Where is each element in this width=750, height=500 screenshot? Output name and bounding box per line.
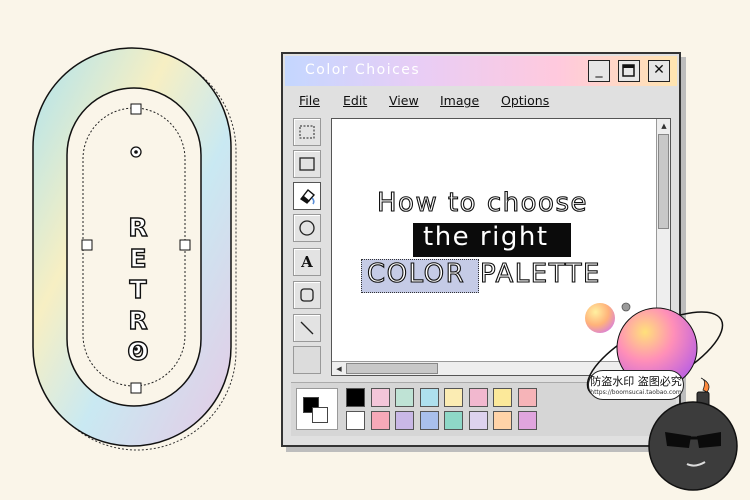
rounded-rect-icon <box>300 288 314 302</box>
title-bar[interactable]: Color Choices _ ✕ <box>285 56 677 86</box>
close-button[interactable]: ✕ <box>648 60 670 82</box>
color-swatch[interactable] <box>370 411 390 430</box>
retro-badge: R E T R O <box>28 44 243 454</box>
line-icon <box>300 321 314 335</box>
retro-letter: E <box>129 243 147 273</box>
menu-edit[interactable]: Edit <box>343 93 367 108</box>
fill-bucket-icon <box>299 188 315 205</box>
color-swatch[interactable] <box>419 388 439 407</box>
tool-ellipse[interactable] <box>293 214 321 242</box>
horizontal-scroll-thumb[interactable] <box>346 363 438 374</box>
menu-file[interactable]: File <box>299 93 320 108</box>
retro-letter: O <box>127 336 150 366</box>
color-swatch[interactable] <box>346 388 365 407</box>
tool-text[interactable]: A <box>293 248 321 276</box>
bomb-mascot <box>648 377 738 491</box>
color-swatch[interactable] <box>395 411 414 430</box>
handle-bottom <box>130 382 142 394</box>
color-swatch[interactable] <box>370 388 390 407</box>
retro-letter: R <box>128 305 149 335</box>
color-swatch[interactable] <box>444 388 463 407</box>
maximize-icon <box>622 64 635 77</box>
menu-image[interactable]: Image <box>440 93 479 108</box>
select-rect-icon <box>299 125 315 139</box>
color-swatch[interactable] <box>493 411 512 430</box>
minimize-button[interactable]: _ <box>588 60 610 82</box>
canvas-text-line1: How to choose <box>376 187 588 218</box>
menu-options[interactable]: Options <box>501 93 549 108</box>
text-tool-icon: A <box>301 253 313 271</box>
vertical-scroll-thumb[interactable] <box>658 134 669 229</box>
color-swatch[interactable] <box>468 411 488 430</box>
canvas-text-selected: COLOR <box>366 258 466 289</box>
window-title: Color Choices <box>305 62 421 78</box>
color-swatch[interactable] <box>493 388 512 407</box>
scroll-up-icon[interactable]: ▲ <box>658 120 670 132</box>
tool-select[interactable] <box>293 118 321 146</box>
tool-rectangle[interactable] <box>293 150 321 178</box>
color-swatch[interactable] <box>419 411 439 430</box>
tool-line[interactable] <box>293 314 321 342</box>
tool-rounded-rect[interactable] <box>293 281 321 309</box>
background-color[interactable] <box>312 407 328 423</box>
current-colors[interactable] <box>296 388 338 430</box>
color-swatch[interactable] <box>517 411 537 430</box>
menu-bar: File Edit View Image Options <box>285 88 677 114</box>
scroll-left-icon[interactable]: ◀ <box>333 363 345 375</box>
canvas-text-line2: the right <box>423 222 549 252</box>
color-swatch[interactable] <box>444 411 463 430</box>
ellipse-icon <box>299 220 315 236</box>
maximize-button[interactable] <box>618 60 640 82</box>
menu-view[interactable]: View <box>389 93 419 108</box>
color-swatch[interactable] <box>346 411 365 430</box>
handle-top <box>130 103 142 115</box>
tool-fill[interactable] <box>293 182 321 210</box>
color-swatch[interactable] <box>468 388 488 407</box>
color-swatch[interactable] <box>395 388 414 407</box>
color-swatch[interactable] <box>517 388 537 407</box>
retro-letter: R <box>128 212 149 242</box>
tool-empty-slot <box>293 346 321 374</box>
rectangle-icon <box>299 157 315 171</box>
retro-letter: T <box>129 274 147 304</box>
retro-word: R E T R O <box>28 212 248 367</box>
